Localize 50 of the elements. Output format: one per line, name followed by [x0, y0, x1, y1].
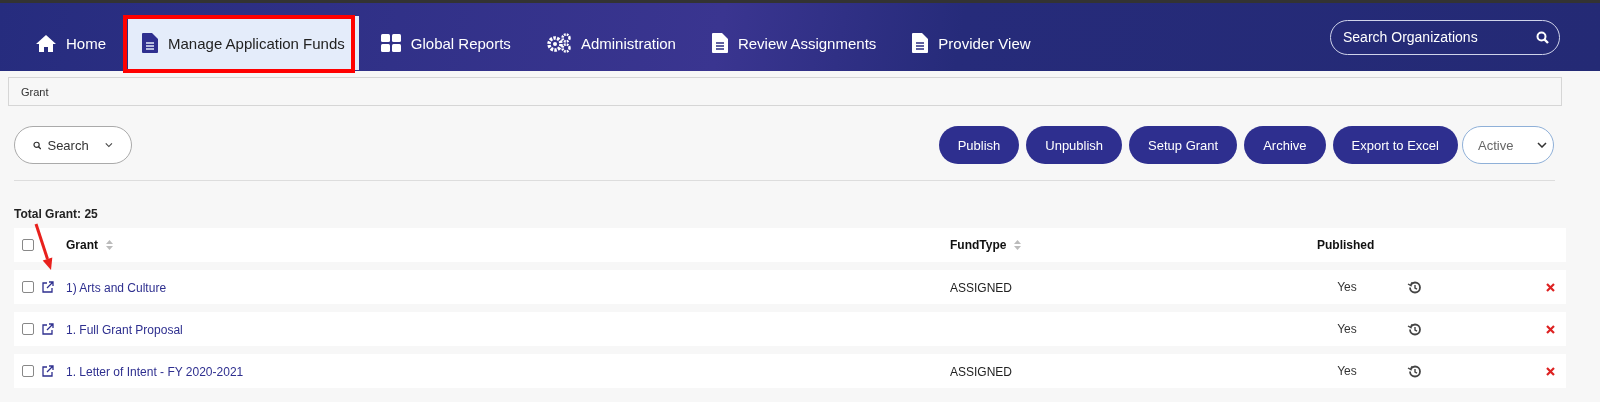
- action-button[interactable]: Unpublish: [1026, 126, 1123, 164]
- delete-icon[interactable]: [1546, 324, 1555, 334]
- action-button[interactable]: Setup Grant: [1129, 126, 1238, 164]
- table-cell-text: Yes: [1336, 322, 1358, 336]
- document-icon: [142, 33, 158, 53]
- table-cell: ASSIGNED: [950, 365, 1012, 379]
- table-cell: ASSIGNED: [950, 281, 1012, 295]
- action-button[interactable]: Export to Excel: [1332, 126, 1458, 164]
- document-icon: [912, 33, 929, 53]
- nav-tab[interactable]: Global Reports: [366, 16, 525, 70]
- column-header[interactable]: Grant: [66, 238, 950, 252]
- nav-tab[interactable]: Administration: [532, 16, 690, 70]
- nav-tab[interactable]: Provider View: [898, 16, 1045, 70]
- document-icon: [711, 33, 728, 53]
- row-checkbox[interactable]: [22, 281, 34, 293]
- caret-icon: [1537, 142, 1547, 148]
- row-checkbox[interactable]: [22, 323, 34, 335]
- external-link-icon[interactable]: [42, 281, 54, 293]
- delete-icon[interactable]: [1546, 282, 1555, 292]
- history-icon[interactable]: [1407, 364, 1421, 378]
- search-icon[interactable]: [1536, 30, 1549, 44]
- action-button[interactable]: Archive: [1244, 126, 1326, 164]
- delete-icon[interactable]: [1546, 366, 1555, 376]
- breadcrumb[interactable]: Grant: [21, 85, 49, 98]
- nav-tab[interactable]: Home: [22, 16, 120, 70]
- search-button[interactable]: Search: [14, 126, 132, 164]
- home-icon: [36, 34, 56, 52]
- row-checkbox[interactable]: [22, 365, 34, 377]
- history-icon[interactable]: [1407, 322, 1421, 336]
- column-header[interactable]: FundType: [950, 238, 1317, 252]
- status-select[interactable]: Active: [1462, 126, 1554, 164]
- select-all-checkbox[interactable]: [22, 239, 34, 251]
- action-button[interactable]: Publish: [938, 126, 1020, 164]
- grant-link[interactable]: 1) Arts and Culture: [66, 281, 167, 295]
- external-link-icon[interactable]: [42, 365, 54, 377]
- external-link-icon[interactable]: [42, 323, 54, 335]
- table-cell-text: Yes: [1336, 280, 1358, 294]
- table-cell-text: Yes: [1336, 364, 1358, 378]
- search-icon: [33, 139, 42, 151]
- grant-link[interactable]: 1. Full Grant Proposal: [66, 323, 183, 337]
- nav-tab[interactable]: Manage Application Funds: [128, 16, 359, 70]
- history-icon[interactable]: [1407, 280, 1421, 294]
- nav-tab[interactable]: Review Assignments: [697, 16, 891, 70]
- column-header: Published: [1317, 238, 1376, 252]
- grid-icon: [380, 34, 401, 52]
- gears-icon: [546, 33, 571, 53]
- caret-icon: [105, 142, 113, 148]
- total-count: Total Grant: 25: [14, 207, 99, 221]
- grant-link[interactable]: 1. Letter of Intent - FY 2020-2021: [66, 365, 244, 379]
- search-field[interactable]: Search Organizations: [1330, 19, 1560, 55]
